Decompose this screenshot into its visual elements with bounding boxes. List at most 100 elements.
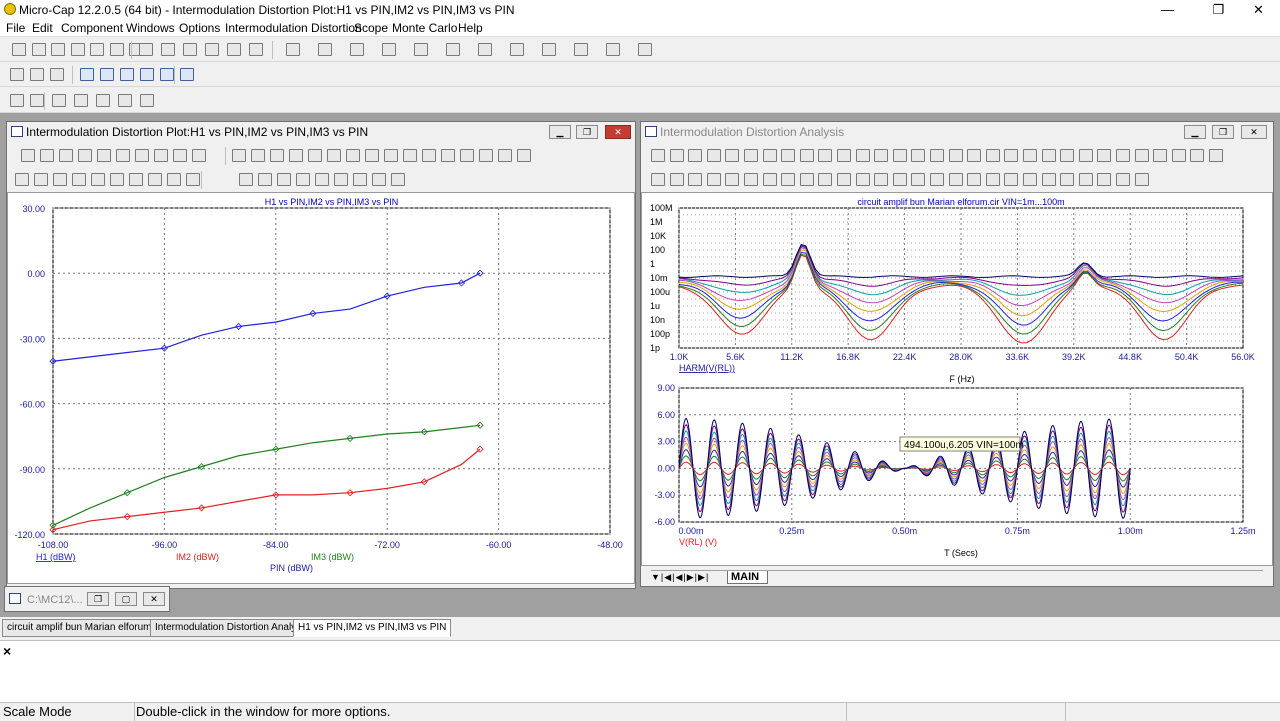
toolbar-button-icon[interactable] [911,173,926,186]
toolbar-button-icon[interactable] [15,173,29,186]
command-pane[interactable]: × [0,640,1280,702]
toolbar-button-icon[interactable] [948,173,963,186]
toolbar-button-icon[interactable] [277,173,291,186]
toolbar-button-icon[interactable] [258,173,272,186]
toolbar-button-icon[interactable] [762,173,777,186]
toolbar-button-icon[interactable] [353,173,367,186]
toolbar-button-icon[interactable] [517,149,531,162]
toolbar-button-icon[interactable] [1041,149,1056,162]
toolbar-button-icon[interactable] [874,173,889,186]
toolbar-button-icon[interactable] [1060,173,1075,186]
toolbar-button-icon[interactable] [118,94,132,107]
intermod-plot-window[interactable]: Intermodulation Distortion Plot:H1 vs PI… [6,121,636,589]
toolbar-button-icon[interactable] [498,149,512,162]
toolbar-button-icon[interactable] [744,173,758,186]
intermod-chart[interactable]: 30.00 0.00 -30.00 -60.00 -90.00 -120.00-108.0… [8,193,634,583]
toolbar-button-icon[interactable] [205,43,219,56]
toolbar-button-icon[interactable] [97,149,111,162]
toolbar-button-icon[interactable] [72,173,86,186]
toolbar-button-icon[interactable] [1116,173,1130,186]
toolbar-button-icon[interactable] [967,149,982,162]
toolbar-button-icon[interactable] [50,68,64,81]
window-close-icon[interactable]: ✕ [605,125,631,139]
tab-analysis[interactable]: Intermodulation Distortion Analysis [150,619,314,637]
toolbar-button-icon[interactable] [140,94,154,107]
toolbar-button-icon[interactable] [1097,149,1112,162]
toolbar-button-icon[interactable] [53,173,67,186]
toolbar-button-icon[interactable] [874,149,889,162]
window-restore-icon[interactable]: ❐ [576,125,598,139]
plot-area-right[interactable]: 100M 1M 10K 100 1 10m 100u 1u 10n 100p 1p 1.0K 5.6K 1… [641,192,1273,566]
maximize-icon[interactable]: ▢ [115,592,137,606]
toolbar-button-icon[interactable] [70,43,85,56]
toolbar-button-icon[interactable] [183,43,197,56]
toolbar-button-icon[interactable] [510,43,524,56]
toolbar-button-icon[interactable] [725,173,740,186]
minimized-window[interactable]: C:\MC12\... ❐ ▢ ✕ [4,586,170,612]
toolbar-button-icon[interactable] [239,173,253,186]
toolbar-button-icon[interactable] [706,149,721,162]
toolbar-button-icon[interactable] [391,173,405,186]
toolbar-button-icon[interactable] [382,43,396,56]
toolbar-button-icon[interactable] [799,173,814,186]
analysis-charts[interactable]: 100M 1M 10K 100 1 10m 100u 1u 10n 100p 1p 1.0K 5.6K 1… [642,193,1272,565]
toolbar-button-icon[interactable] [688,173,703,186]
toolbar-button-icon[interactable] [762,149,777,162]
toolbar-button-icon[interactable] [384,149,398,162]
menu-edit[interactable]: Edit [32,21,53,35]
toolbar-button-icon[interactable] [985,173,1000,186]
toolbar-button-icon[interactable] [1004,173,1019,186]
toolbar-button-icon[interactable] [1134,173,1149,186]
tab-main[interactable]: MAIN [727,571,769,584]
toolbar-button-icon[interactable] [40,149,54,162]
toolbar-button-icon[interactable] [855,149,870,162]
toolbar-button-icon[interactable] [167,173,181,186]
window-minimize-icon[interactable]: ▁ [1184,125,1206,139]
toolbar-button-icon[interactable] [120,68,134,81]
toolbar-button-icon[interactable] [286,43,300,56]
toolbar-button-icon[interactable] [30,94,44,107]
toolbar-button-icon[interactable] [911,149,926,162]
menu-help[interactable]: Help [458,21,483,35]
toolbar-button-icon[interactable] [1004,149,1019,162]
toolbar-button-icon[interactable] [1078,173,1093,186]
toolbar-button-icon[interactable] [606,43,620,56]
toolbar-button-icon[interactable] [1134,149,1149,162]
toolbar-button-icon[interactable] [799,149,814,162]
toolbar-button-icon[interactable] [289,149,303,162]
toolbar-button-icon[interactable] [542,43,556,56]
toolbar-button-icon[interactable] [10,68,24,81]
toolbar-button-icon[interactable] [12,43,26,56]
toolbar-button-icon[interactable] [30,68,44,81]
close-icon[interactable]: ✕ [143,592,165,606]
toolbar-button-icon[interactable] [1153,149,1168,162]
toolbar-button-icon[interactable] [315,173,329,186]
toolbar-button-icon[interactable] [574,43,588,56]
toolbar-button-icon[interactable] [1116,149,1130,162]
toolbar-button-icon[interactable] [135,149,149,162]
restore-icon[interactable]: ❐ [87,592,109,606]
toolbar-button-icon[interactable] [365,149,379,162]
toolbar-button-icon[interactable] [651,149,665,162]
toolbar-button-icon[interactable] [422,149,436,162]
toolbar-button-icon[interactable] [781,149,796,162]
toolbar-button-icon[interactable] [372,173,386,186]
window-restore-icon[interactable]: ❐ [1212,125,1234,139]
toolbar-button-icon[interactable] [350,43,364,56]
toolbar-button-icon[interactable] [892,173,907,186]
toolbar-button-icon[interactable] [96,94,110,107]
tab-nav-arrows-icon[interactable]: ▼|◀|◀|▶|▶| [651,572,709,583]
toolbar-button-icon[interactable] [1171,149,1186,162]
toolbar-button-icon[interactable] [818,149,833,162]
toolbar-button-icon[interactable] [160,68,174,81]
toolbar-button-icon[interactable] [930,149,944,162]
toolbar-button-icon[interactable] [638,43,652,56]
toolbar-button-icon[interactable] [192,149,206,162]
toolbar-button-icon[interactable] [116,149,130,162]
toolbar-button-icon[interactable] [10,94,24,107]
window-minimize-icon[interactable]: ▁ [549,125,571,139]
toolbar-button-icon[interactable] [460,149,474,162]
menu-monte-carlo[interactable]: Monte Carlo [392,21,457,35]
toolbar-button-icon[interactable] [478,43,492,56]
toolbar-button-icon[interactable] [725,149,740,162]
